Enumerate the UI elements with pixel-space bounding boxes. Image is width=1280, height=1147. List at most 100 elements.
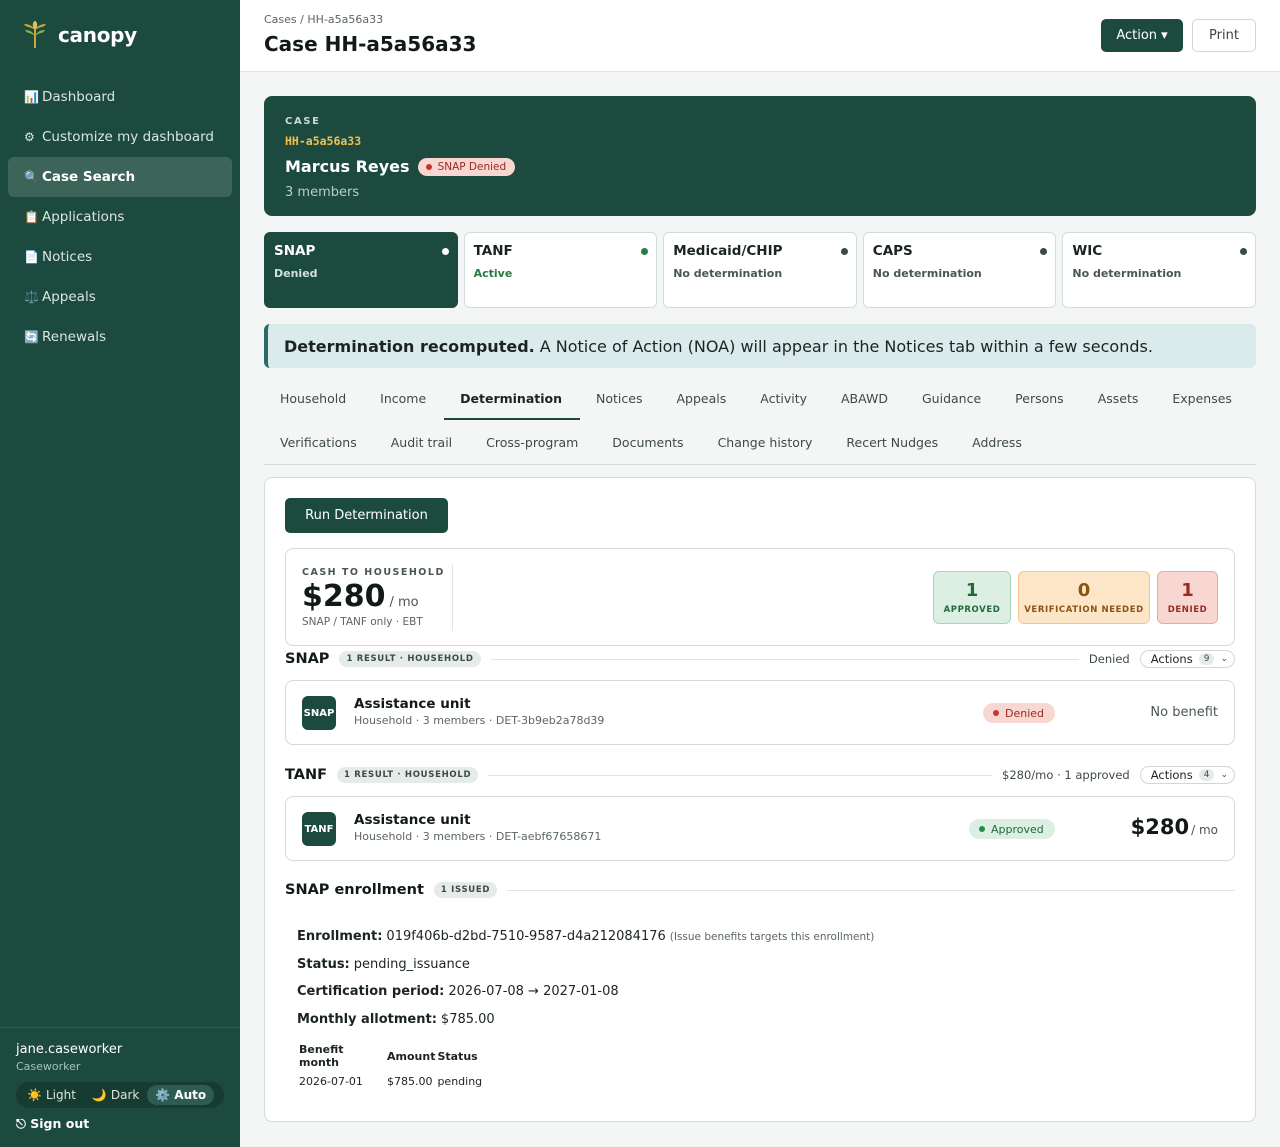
benefit-amount: $280/ mo [1131,815,1218,839]
nav-notices[interactable]: 📄 Notices [8,237,232,277]
enrollment-id-line: Enrollment: 019f406b-d2bd-7510-9587-d4a21… [297,923,1217,951]
nav-dashboard[interactable]: 📊 Dashboard [8,77,232,117]
snap-program-icon: SNAP [302,696,336,730]
nav-applications[interactable]: 📋 Applications [8,197,232,237]
user-name: jane.caseworker [16,1042,123,1057]
theme-light-label: Light [45,1088,76,1102]
unit-title: Assistance unit [354,696,471,712]
status-dot-icon [993,710,999,716]
issued-count-chip: 1 ISSUED [433,882,498,898]
sign-out-link[interactable]: ⎋ Sign out [16,1116,89,1132]
table-header-row: Benefit month Amount Status [297,1041,482,1073]
case-members: 3 members [285,185,360,200]
cash-summary: CASH TO HOUSEHOLD $280/ mo SNAP / TANF o… [285,548,1235,646]
program-tile-caps[interactable]: CAPS No determination [862,232,1057,308]
divider [507,889,1235,891]
enrollment-status-line: Status: pending_issuance [297,951,1217,979]
tanf-program-icon: TANF [302,812,336,846]
tab-address[interactable]: Address [956,421,1040,464]
case-label: CASE [285,116,321,127]
tanf-section-header: TANF 1 RESULT · HOUSEHOLD $280/mo · 1 ap… [285,765,1235,785]
tab-cross-program[interactable]: Cross-program [470,421,596,464]
print-button[interactable]: Print [1192,19,1256,52]
theme-auto-option[interactable]: ⚙️ Auto [147,1085,215,1105]
program-tile-tanf[interactable]: TANF Active [463,232,658,308]
case-tabs: Household Income Determination Notices A… [264,377,1256,465]
tab-expenses[interactable]: Expenses [1156,377,1250,420]
brand-name: canopy [58,23,137,47]
run-determination-button[interactable]: Run Determination [285,498,448,533]
certification-period: 2026-07-08 → 2027-01-08 [448,984,619,1000]
tab-row: Verifications Audit trail Cross-program … [264,421,1040,465]
breadcrumb[interactable]: Cases / HH-a5a56a33 [264,13,383,26]
tab-change-history[interactable]: Change history [702,421,831,464]
stat-label: DENIED [1167,605,1208,615]
program-tile-medicaid-chip[interactable]: Medicaid/CHIP No determination [663,232,857,308]
tab-recert-nudges[interactable]: Recert Nudges [830,421,956,464]
nav-label: Notices [42,249,93,265]
summary-label: CASH TO HOUSEHOLD [302,567,445,578]
status-label: Approved [991,822,1044,836]
brand[interactable]: canopy [22,20,137,50]
program-tile-wic[interactable]: WIC No determination [1062,232,1256,308]
stat-count: 1 [1181,580,1194,601]
tab-documents[interactable]: Documents [596,421,701,464]
tab-notices[interactable]: Notices [580,377,660,420]
actions-label: Actions [1150,768,1193,782]
tab-assets[interactable]: Assets [1082,377,1157,420]
monthly-allotment-line: Monthly allotment: $785.00 [297,1006,1217,1034]
nav-label: Case Search [42,169,136,185]
user-role: Caseworker [16,1060,81,1073]
theme-dark-label: Dark [110,1088,140,1102]
snap-actions-button[interactable]: Actions 9 ⌄ [1139,650,1235,668]
determination-alert: Determination recomputed. A Notice of Ac… [264,324,1256,368]
divider [490,658,1079,660]
nav-customize-dashboard[interactable]: ⚙ Customize my dashboard [8,117,232,157]
status-dot-icon [441,248,449,255]
theme-dark-option[interactable]: 🌙 Dark [84,1085,147,1105]
tab-income[interactable]: Income [364,377,444,420]
tab-persons[interactable]: Persons [999,377,1082,420]
approved-stat: 1 APPROVED [933,571,1011,624]
column-header: Status [437,1049,478,1063]
determination-panel: Run Determination CASH TO HOUSEHOLD $280… [264,477,1256,1122]
program-status: No determination [1072,267,1182,280]
enrollment-note: (Issue benefits targets this enrollment) [669,930,875,943]
gear-icon: ⚙️ [155,1088,171,1102]
column-header: Benefit month [299,1043,344,1069]
field-label: Monthly allotment: [297,1011,437,1027]
actions-count: 4 [1198,769,1215,781]
tab-audit-trail[interactable]: Audit trail [375,421,470,464]
sidebar: canopy 📊 Dashboard ⚙ Customize my dashboar… [0,0,240,1147]
stat-label: APPROVED [943,605,1001,615]
tab-abawd[interactable]: ABAWD [825,377,906,420]
denied-stat: 1 DENIED [1157,571,1218,624]
nav-appeals[interactable]: ⚖️ Appeals [8,277,232,317]
tanf-result-card[interactable]: TANF Assistance unit Household · 3 membe… [285,796,1235,861]
tab-household[interactable]: Household [264,377,364,420]
tab-determination[interactable]: Determination [444,377,580,420]
nav-label: Applications [42,209,125,225]
nav-label: Renewals [42,329,107,345]
case-head: Marcus Reyes SNAP Denied [285,157,516,176]
program-name: SNAP [274,243,316,259]
section-status: Denied [1088,652,1130,666]
action-menu-button[interactable]: Action ▾ [1101,19,1183,52]
nav-renewals[interactable]: 🔄 Renewals [8,317,232,357]
program-name: Medicaid/CHIP [673,243,783,259]
program-tile-snap[interactable]: SNAP Denied [264,232,458,308]
tab-activity[interactable]: Activity [744,377,825,420]
program-tiles: SNAP Denied TANF Active Medicaid/CHIP No… [264,232,1256,308]
actions-label: Actions [1150,652,1193,666]
snap-result-card[interactable]: SNAP Assistance unit Household · 3 membe… [285,680,1235,745]
tab-verifications[interactable]: Verifications [264,421,375,464]
tab-appeals[interactable]: Appeals [660,377,744,420]
enrollment-details: Enrollment: 019f406b-d2bd-7510-9587-d4a21… [297,923,1217,1090]
theme-light-option[interactable]: ☀️ Light [19,1085,84,1105]
nav-case-search[interactable]: 🔍 Case Search [8,157,232,197]
alert-title: Determination recomputed. [284,336,535,356]
table-cell: $785.00 [387,1075,433,1088]
status-label: Denied [1005,706,1045,720]
tab-guidance[interactable]: Guidance [906,377,999,420]
tanf-actions-button[interactable]: Actions 4 ⌄ [1139,766,1235,784]
